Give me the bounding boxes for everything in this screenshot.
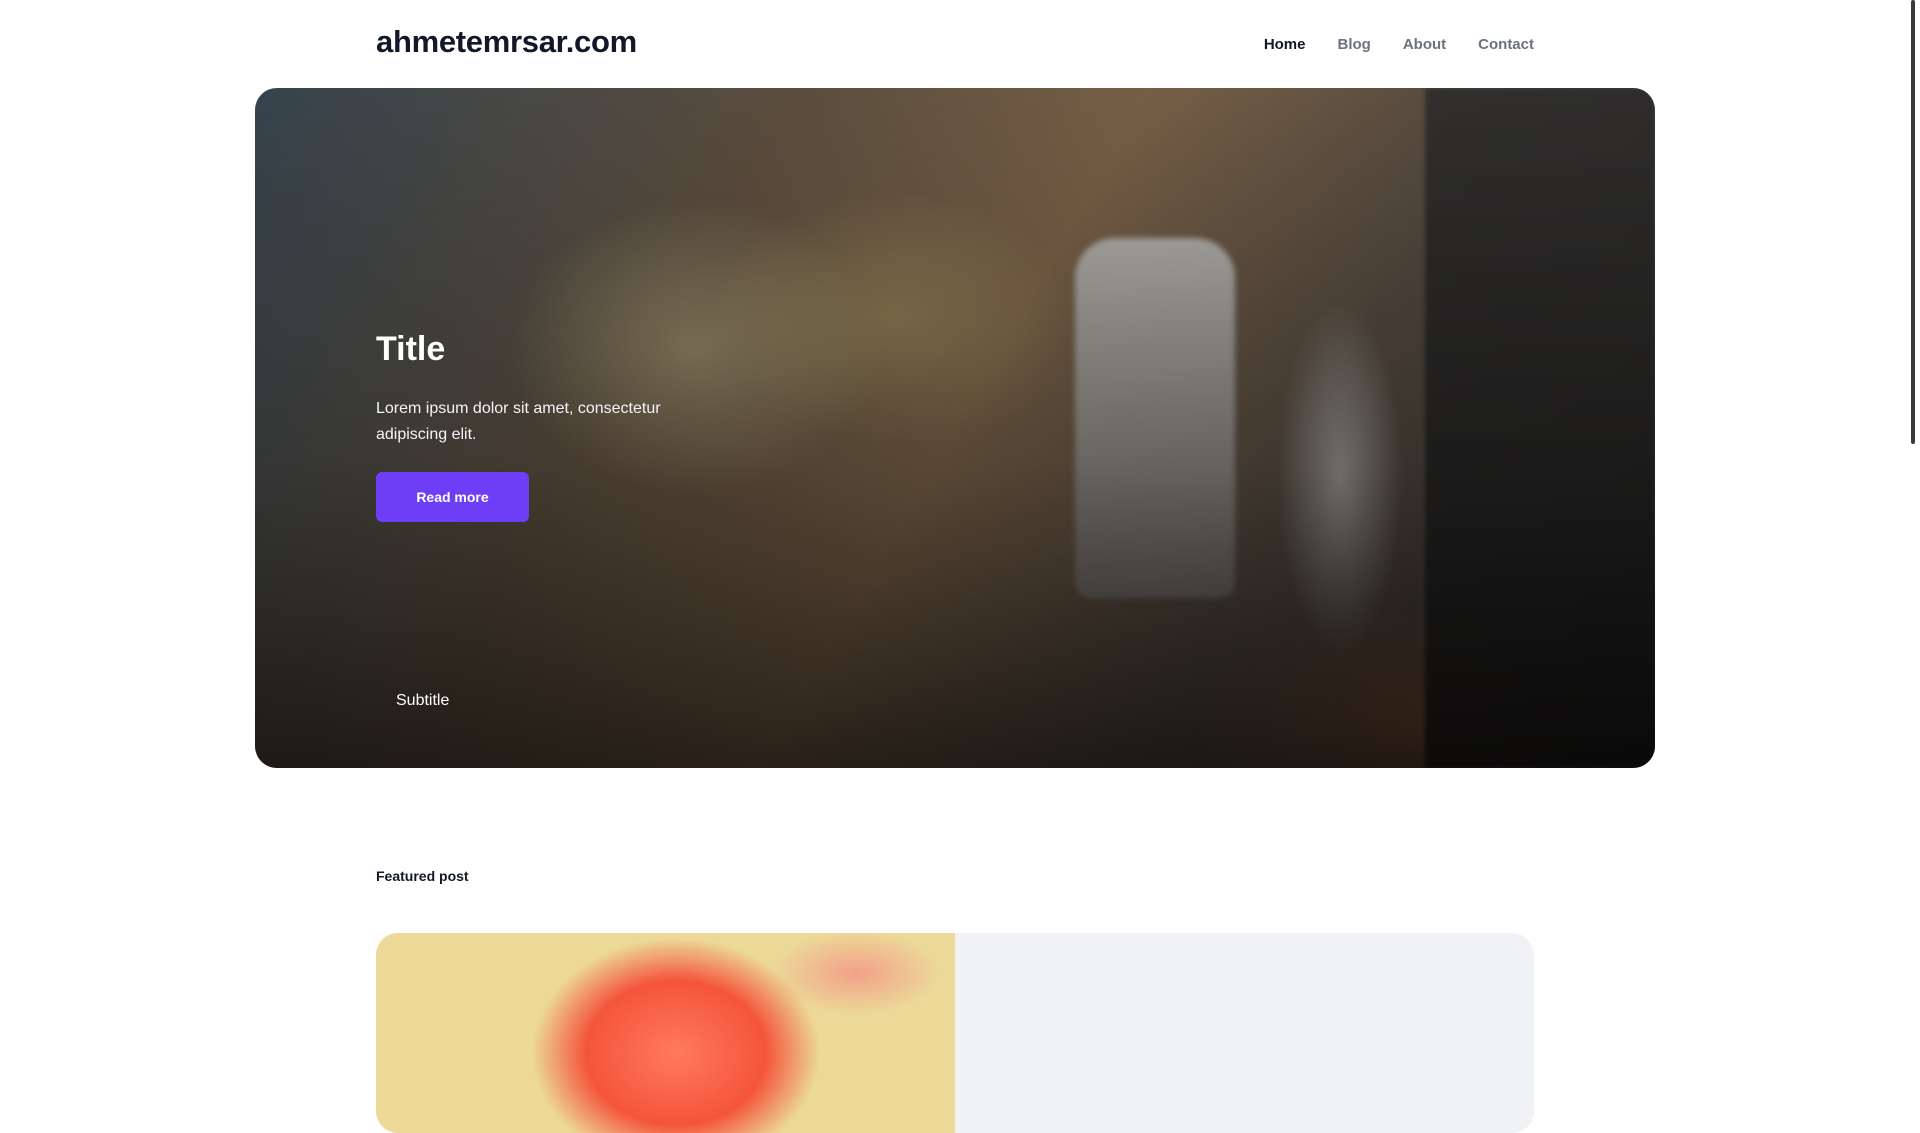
nav-item-home[interactable]: Home <box>1264 36 1306 53</box>
read-more-button[interactable]: Read more <box>376 472 529 522</box>
nav-item-contact[interactable]: Contact <box>1478 36 1534 53</box>
hero-banner: Title Lorem ipsum dolor sit amet, consec… <box>255 88 1655 768</box>
featured-post-image[interactable] <box>376 933 955 1133</box>
hero-title: Title <box>376 330 446 368</box>
scrollbar-thumb[interactable] <box>1911 0 1915 444</box>
featured-post-card[interactable] <box>376 933 1534 1133</box>
main-nav: Home Blog About Contact <box>1264 36 1534 53</box>
nav-item-blog[interactable]: Blog <box>1338 36 1371 53</box>
nav-item-about[interactable]: About <box>1403 36 1446 53</box>
site-header: ahmetemrsar.com Home Blog About Contact <box>0 0 1920 88</box>
hero-description: Lorem ipsum dolor sit amet, consectetur … <box>376 400 661 443</box>
hero-subtitle: Subtitle <box>396 692 450 709</box>
site-logo[interactable]: ahmetemrsar.com <box>376 24 637 60</box>
page-scrollbar[interactable] <box>1904 0 1920 1080</box>
featured-post-heading: Featured post <box>376 868 469 884</box>
